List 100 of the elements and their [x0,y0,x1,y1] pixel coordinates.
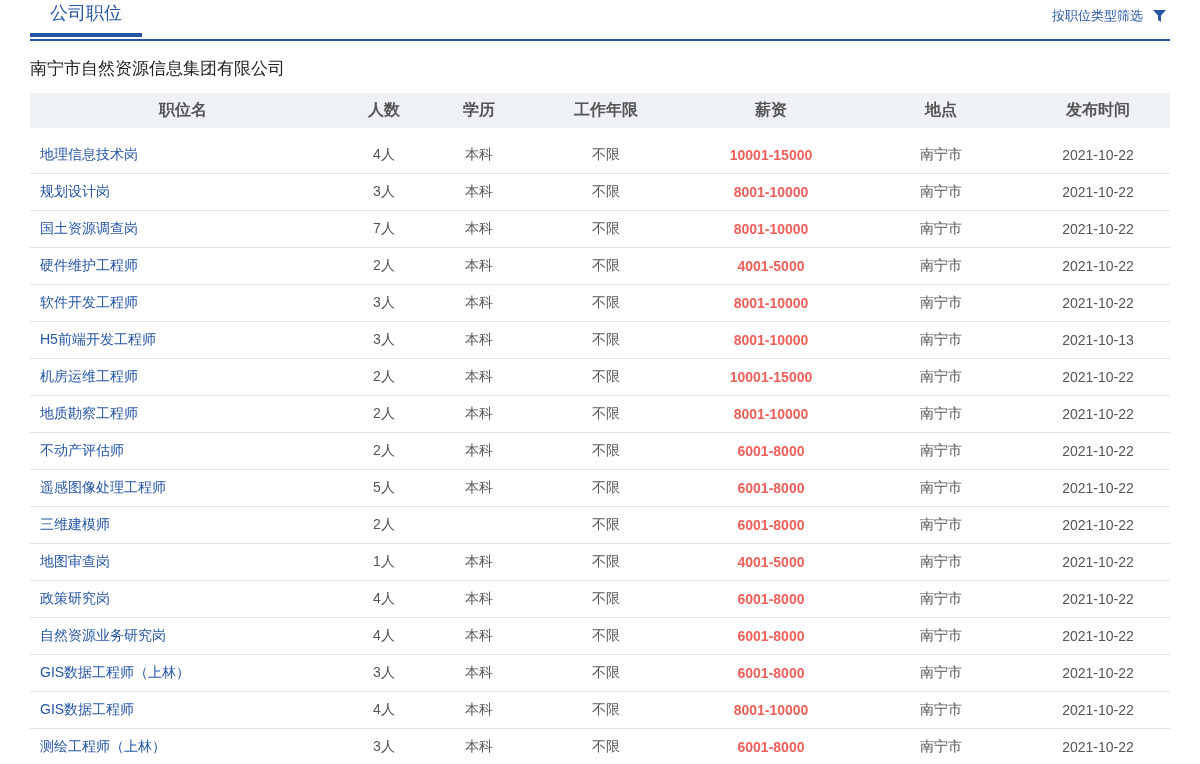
table-cell-text: 2021-10-22 [1061,591,1135,607]
table-cell-text: 2人 [372,516,396,534]
table-cell-text: 南宁市 [919,220,963,238]
table-cell-text: 4001-5000 [736,258,806,274]
job-title-link[interactable]: 规划设计岗 [30,183,336,201]
table-cell-text: 3人 [372,331,396,349]
job-title-link[interactable]: 政策研究岗 [30,590,336,608]
job-title-link[interactable]: 三维建模师 [30,516,336,534]
job-title-link[interactable]: 地图审查岗 [30,553,336,571]
table-cell-text: 南宁市 [919,590,963,608]
table-cell-text: 6001-8000 [736,443,806,459]
table-cell-text: 不限 [591,701,621,719]
table-cell-text: 南宁市 [919,479,963,497]
table-cell-text: 不限 [591,553,621,571]
table-cell-text: 本科 [464,257,494,275]
job-title-link[interactable]: 地质勘察工程师 [30,405,336,423]
table-cell-text: 本科 [464,627,494,645]
table-cell-text: 不限 [591,479,621,497]
table-cell-text: 8001-10000 [732,295,810,311]
table-cell-text: 3人 [372,664,396,682]
table-cell-text: 2人 [372,405,396,423]
table-cell-text: 4人 [372,146,396,164]
filter-icon[interactable] [1153,10,1166,22]
job-title-link[interactable]: GIS数据工程师 [30,701,336,719]
table-cell-text: 不限 [591,331,621,349]
table-cell-text: 2021-10-22 [1061,739,1135,755]
job-title-link[interactable]: 软件开发工程师 [30,294,336,312]
job-title-link[interactable]: 自然资源业务研究岗 [30,627,336,645]
table-cell-text: 南宁市 [919,516,963,534]
table-cell-text: 2021-10-22 [1061,628,1135,644]
table-cell-text: 2人 [372,442,396,460]
table-cell-text: 本科 [464,183,494,201]
table-cell-text: 2021-10-22 [1061,406,1135,422]
job-title-link[interactable]: H5前端开发工程师 [30,331,336,349]
table-cell-text: 南宁市 [919,257,963,275]
table-cell-text: 不限 [591,442,621,460]
company-name: 南宁市自然资源信息集团有限公司 [30,58,286,80]
table-cell-text: 南宁市 [919,294,963,312]
table-cell-text: 本科 [464,738,494,756]
table-cell-text: 4人 [372,701,396,719]
table-cell-text: 2021-10-22 [1061,369,1135,385]
table-cell-text: 不限 [591,590,621,608]
table-cell-text: 不限 [591,294,621,312]
column-header: 学历 [462,100,496,120]
table-cell-text: 本科 [464,220,494,238]
table-cell-text: 10001-15000 [728,147,814,163]
table-cell-text: 2021-10-13 [1061,332,1135,348]
job-title-link[interactable]: 硬件维护工程师 [30,257,336,275]
table-cell-text: 不限 [591,183,621,201]
table-cell-text: 南宁市 [919,146,963,164]
table-cell-text: 本科 [464,664,494,682]
job-title-link[interactable]: 不动产评估师 [30,442,336,460]
table-cell-text: 2021-10-22 [1061,184,1135,200]
table-cell-text: 6001-8000 [736,739,806,755]
table-cell-text: 2021-10-22 [1061,147,1135,163]
table-cell-text: 3人 [372,183,396,201]
table-cell-text: 2人 [372,368,396,386]
table-cell-text: 本科 [464,701,494,719]
table-cell-text: 5人 [372,479,396,497]
column-header: 工作年限 [573,100,639,120]
table-cell-text: 6001-8000 [736,480,806,496]
table-cell-text: 南宁市 [919,368,963,386]
table-cell-text: 南宁市 [919,553,963,571]
table-cell-text: 2021-10-22 [1061,517,1135,533]
table-cell-text: 本科 [464,590,494,608]
table-cell-text: 1人 [372,553,396,571]
tab[interactable]: 公司职位 [30,0,142,37]
table-cell-text: 本科 [464,405,494,423]
table-cell-text: 不限 [591,220,621,238]
job-title-link[interactable]: 机房运维工程师 [30,368,336,386]
table-cell-text: 南宁市 [919,627,963,645]
table-cell-text: 2021-10-22 [1061,702,1135,718]
table-cell-text: 不限 [591,405,621,423]
table-cell-text: 不限 [591,368,621,386]
table-cell-text: 不限 [591,738,621,756]
table-cell-text: 10001-15000 [728,369,814,385]
job-title-link[interactable]: 地理信息技术岗 [30,146,336,164]
table-cell-text: 本科 [464,553,494,571]
job-title-link[interactable]: 遥感图像处理工程师 [30,479,336,497]
table-cell-text: 8001-10000 [732,184,810,200]
table-cell-text: 2021-10-22 [1061,665,1135,681]
filter-link[interactable]: 按职位类型筛选 [1052,7,1143,25]
table-cell-text: 南宁市 [919,331,963,349]
table-cell-text: 3人 [372,294,396,312]
table-cell-text: 不限 [591,257,621,275]
table-cell-text: 6001-8000 [736,517,806,533]
table-cell-text: 2021-10-22 [1061,554,1135,570]
job-title-link[interactable]: 测绘工程师（上林） [30,738,336,756]
table-cell-text: 南宁市 [919,405,963,423]
table-cell-text: 2021-10-22 [1061,258,1135,274]
table-cell-text: 6001-8000 [736,628,806,644]
table-cell-text: 4人 [372,627,396,645]
table-cell-text: 8001-10000 [732,406,810,422]
table-cell-text: 本科 [464,479,494,497]
table-cell-text: 2021-10-22 [1061,443,1135,459]
job-title-link[interactable]: 国土资源调查岗 [30,220,336,238]
table-cell-text: 8001-10000 [732,221,810,237]
job-title-link[interactable]: GIS数据工程师（上林） [30,664,336,682]
table-cell-text: 2021-10-22 [1061,221,1135,237]
table-cell-text: 2021-10-22 [1061,295,1135,311]
